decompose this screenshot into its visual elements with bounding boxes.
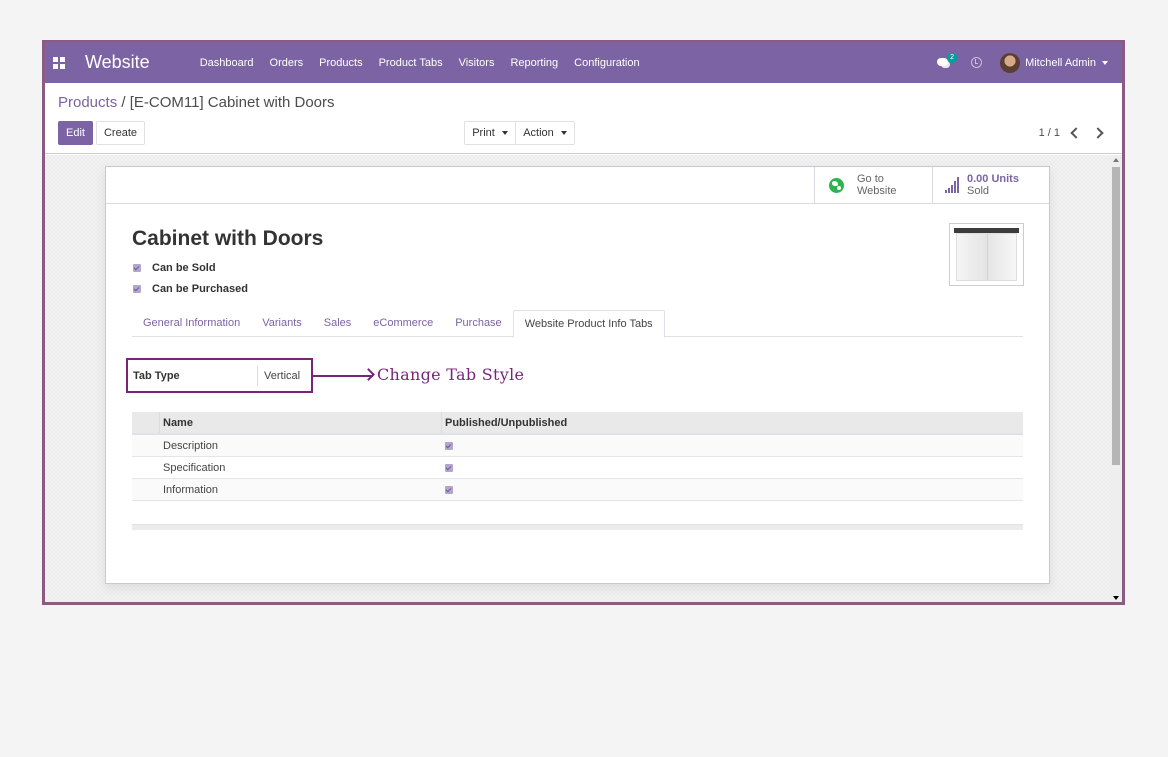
pager-value[interactable]: 1 / 1 bbox=[1039, 127, 1060, 139]
table-row[interactable]: Description bbox=[132, 435, 1023, 457]
messages-icon[interactable]: 2 bbox=[937, 52, 957, 70]
user-menu[interactable]: Mitchell Admin bbox=[1025, 57, 1096, 69]
menu-item-product-tabs[interactable]: Product Tabs bbox=[371, 57, 451, 69]
breadcrumb-products-link[interactable]: Products bbox=[58, 94, 117, 111]
website-label: Website bbox=[857, 185, 897, 197]
tab-website-product-info-tabs[interactable]: Website Product Info Tabs bbox=[512, 310, 665, 338]
row-name: Specification bbox=[163, 461, 226, 474]
handle-column-header bbox=[132, 412, 160, 433]
can-be-sold-label: Can be Sold bbox=[152, 262, 216, 274]
go-to-website-button[interactable]: Go to Website bbox=[814, 167, 932, 203]
messages-count-badge: 2 bbox=[947, 52, 957, 63]
breadcrumb: Products / [E-COM11] Cabinet with Doors bbox=[58, 94, 335, 111]
control-panel: Products / [E-COM11] Cabinet with Doors … bbox=[45, 83, 1122, 154]
arrow-right-icon bbox=[362, 368, 375, 381]
breadcrumb-separator: / bbox=[121, 94, 126, 111]
breadcrumb-current: [E-COM11] Cabinet with Doors bbox=[129, 94, 335, 111]
can-be-purchased-field: Can be Purchased bbox=[133, 283, 248, 295]
form-view: Go to Website 0.00 Units Sold Cabinet wi… bbox=[45, 155, 1110, 602]
table-row[interactable]: Information bbox=[132, 479, 1023, 501]
chevron-right-icon[interactable] bbox=[1092, 127, 1104, 139]
published-checkbox[interactable] bbox=[445, 441, 453, 450]
product-name: Cabinet with Doors bbox=[132, 227, 324, 250]
scroll-down-arrow-icon[interactable] bbox=[1113, 596, 1119, 600]
tab-variants[interactable]: Variants bbox=[251, 310, 313, 336]
row-name: Information bbox=[163, 483, 219, 496]
top-navbar: Website Dashboard Orders Products Produc… bbox=[45, 42, 1122, 83]
scroll-up-arrow-icon[interactable] bbox=[1113, 158, 1119, 162]
menu-item-reporting[interactable]: Reporting bbox=[502, 57, 566, 69]
form-sheet: Go to Website 0.00 Units Sold Cabinet wi… bbox=[105, 166, 1050, 584]
table-footer bbox=[132, 524, 1023, 530]
can-be-purchased-checkbox[interactable] bbox=[133, 285, 141, 293]
action-label: Action bbox=[523, 127, 554, 139]
tab-ecommerce[interactable]: eCommerce bbox=[362, 310, 444, 336]
app-window: Website Dashboard Orders Products Produc… bbox=[42, 40, 1125, 605]
caret-down-icon bbox=[501, 131, 508, 135]
menu-item-products[interactable]: Products bbox=[311, 57, 370, 69]
tab-purchase[interactable]: Purchase bbox=[444, 310, 512, 336]
create-button[interactable]: Create bbox=[96, 121, 145, 145]
can-be-sold-field: Can be Sold bbox=[133, 262, 216, 274]
row-name: Description bbox=[163, 439, 219, 452]
tab-general-information[interactable]: General Information bbox=[132, 310, 251, 336]
chevron-left-icon[interactable] bbox=[1070, 127, 1082, 139]
tab-sales[interactable]: Sales bbox=[313, 310, 363, 336]
table-row[interactable]: Specification bbox=[132, 457, 1023, 479]
tab-type-field: Tab Type Vertical bbox=[126, 358, 313, 393]
field-divider bbox=[257, 365, 258, 386]
can-be-purchased-label: Can be Purchased bbox=[152, 283, 248, 295]
signal-chart-icon bbox=[945, 177, 959, 193]
menu-item-visitors[interactable]: Visitors bbox=[451, 57, 503, 69]
main-menu: Dashboard Orders Products Product Tabs V… bbox=[192, 57, 648, 69]
tab-type-value[interactable]: Vertical bbox=[264, 370, 300, 382]
notebook-tabs: General Information Variants Sales eComm… bbox=[132, 310, 1023, 338]
vertical-scrollbar[interactable] bbox=[1110, 155, 1122, 602]
tab-type-label: Tab Type bbox=[133, 369, 180, 382]
published-checkbox[interactable] bbox=[445, 485, 453, 494]
caret-down-icon[interactable] bbox=[1102, 60, 1108, 65]
scrollbar-thumb[interactable] bbox=[1112, 167, 1120, 465]
edit-button[interactable]: Edit bbox=[58, 121, 93, 145]
column-header-name[interactable]: Name bbox=[160, 417, 441, 429]
print-dropdown[interactable]: Print bbox=[464, 121, 516, 145]
app-name[interactable]: Website bbox=[85, 52, 150, 73]
globe-icon bbox=[829, 177, 844, 193]
menu-item-dashboard[interactable]: Dashboard bbox=[192, 57, 262, 69]
activities-clock-icon[interactable] bbox=[971, 57, 983, 68]
pager: 1 / 1 bbox=[1039, 127, 1104, 139]
smart-button-box: Go to Website 0.00 Units Sold bbox=[106, 167, 1049, 204]
menu-item-orders[interactable]: Orders bbox=[262, 57, 312, 69]
systray: 2 Mitchell Admin bbox=[937, 42, 1108, 83]
apps-menu-icon[interactable] bbox=[53, 56, 65, 69]
user-avatar[interactable] bbox=[1000, 52, 1021, 73]
units-sold-value: 0.00 Units bbox=[967, 173, 1019, 185]
annotation-label: Change Tab Style bbox=[377, 365, 525, 384]
product-image[interactable] bbox=[949, 223, 1024, 286]
column-header-published[interactable]: Published/Unpublished bbox=[441, 412, 567, 433]
published-checkbox[interactable] bbox=[445, 463, 453, 472]
sold-label: Sold bbox=[967, 185, 990, 197]
caret-down-icon bbox=[560, 131, 567, 135]
table-header: Name Published/Unpublished bbox=[132, 412, 1023, 435]
info-tabs-table: Name Published/Unpublished Description S… bbox=[132, 412, 1023, 501]
menu-item-configuration[interactable]: Configuration bbox=[566, 57, 647, 69]
action-dropdown[interactable]: Action bbox=[515, 121, 575, 145]
go-to-label: Go to bbox=[857, 173, 884, 185]
units-sold-button[interactable]: 0.00 Units Sold bbox=[932, 167, 1050, 203]
can-be-sold-checkbox[interactable] bbox=[133, 264, 141, 272]
print-label: Print bbox=[472, 127, 495, 139]
